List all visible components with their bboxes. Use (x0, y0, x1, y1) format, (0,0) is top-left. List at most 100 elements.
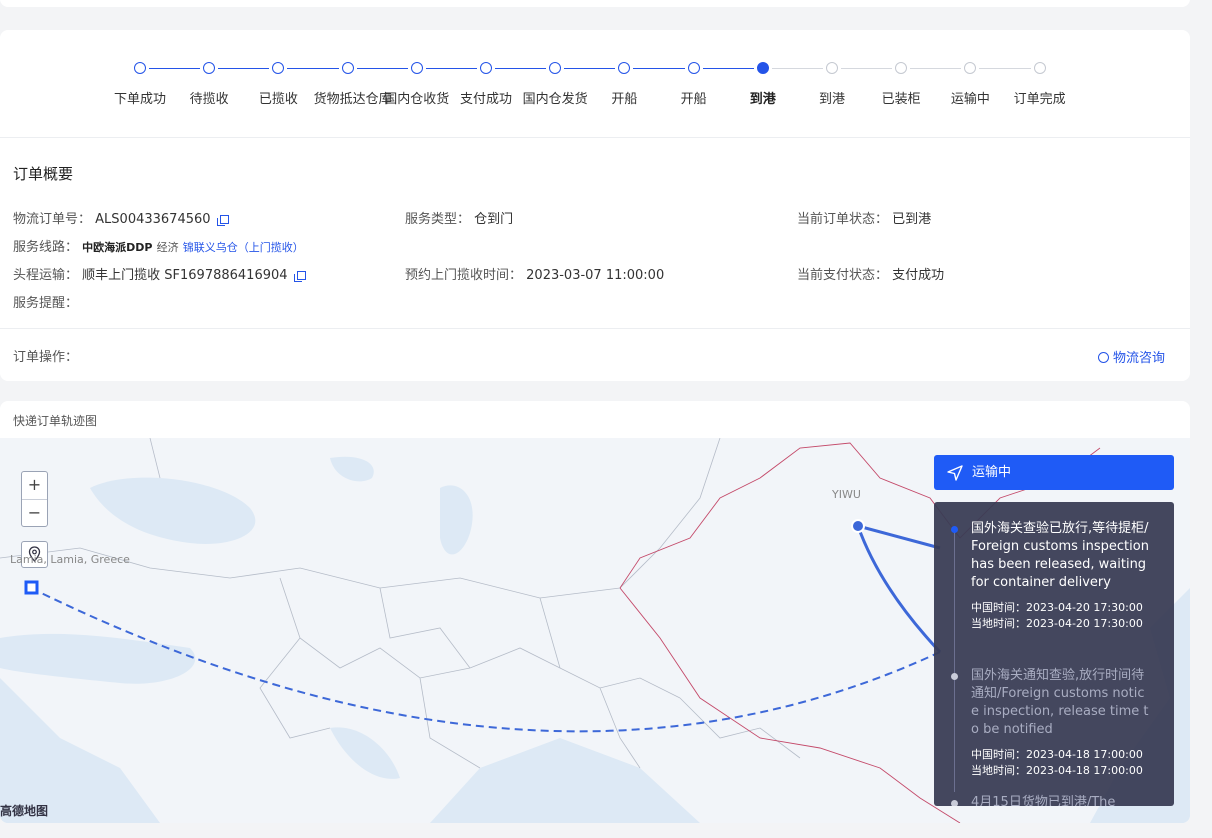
event-title: 国外海关通知查验,放行时间待通知/Foreign customs notice … (971, 668, 1149, 737)
step-label: 订单完成 (1013, 92, 1066, 107)
event-dot (951, 800, 958, 806)
step-label: 运输中 (950, 92, 990, 107)
map-provider-logo: 高德地图 (0, 804, 49, 818)
step-dot (341, 62, 354, 74)
step-dot (1033, 62, 1046, 74)
operation-row: 订单操作： (13, 346, 78, 365)
step-connector (564, 68, 616, 69)
divider (0, 328, 1190, 329)
step-connector (149, 68, 201, 69)
reminder-row: 服务提醒： (13, 292, 78, 311)
progress-steps: 下单成功 待揽收 已揽收 货物抵达仓库 国内仓收货 支付成功 国内仓发货 开船 开船 到港 到港 已装… (0, 30, 1190, 130)
zoom-out-button[interactable]: − (22, 499, 47, 526)
event-dot (951, 526, 958, 533)
step-dot (687, 62, 700, 74)
zoom-control: + − (21, 471, 48, 527)
tracking-event: 国外海关通知查验,放行时间待通知/Foreign customs notice … (951, 667, 1151, 779)
consult-label: 物流咨询 (1112, 351, 1165, 366)
tracking-event: 国外海关查验已放行,等待提柜/Foreign customs inspectio… (951, 520, 1151, 632)
step-dot (549, 62, 562, 74)
step-label: 到港 (818, 92, 845, 107)
route-row: 服务线路： 中欧海派DDP 经济 锦联义乌仓（上门揽收） (13, 236, 304, 255)
pickup-time-value: 2023-03-07 11:00:00 (526, 268, 665, 283)
logistics-consult-button[interactable]: 物流咨询 (1097, 347, 1165, 366)
order-status-label: 当前订单状态： (797, 212, 889, 227)
map-label-yiwu: YIWU (832, 488, 861, 501)
step-label: 已揽收 (258, 92, 298, 107)
route-warehouse-link[interactable]: 锦联义乌仓（上门揽收） (183, 241, 304, 254)
tracking-panel[interactable]: 国外海关查验已放行,等待提柜/Foreign customs inspectio… (934, 502, 1174, 806)
event-china-time: 中国时间：2023-04-18 17:00:00 (971, 748, 1143, 761)
event-title: 国外海关查验已放行,等待提柜/Foreign customs inspectio… (971, 521, 1149, 590)
order-no-value: ALS00433674560 (95, 212, 211, 227)
first-leg-row: 头程运输： 顺丰上门揽收 SF1697886416904 (13, 264, 306, 283)
step-label: 待揽收 (189, 92, 229, 107)
map-label-greece: Lamia, Lamia, Greece (10, 553, 130, 566)
step-connector (287, 68, 339, 69)
summary-title: 订单概要 (13, 165, 74, 183)
step-connector (633, 68, 685, 69)
tracking-header[interactable]: 运输中 (934, 455, 1174, 490)
first-leg-value: 顺丰上门揽收 SF1697886416904 (82, 268, 288, 283)
tracking-header-label: 运输中 (972, 465, 1012, 480)
route-name: 中欧海派DDP (82, 241, 153, 254)
timeline-line (954, 532, 955, 792)
pay-status-value: 支付成功 (892, 268, 945, 283)
step-connector (425, 68, 477, 69)
step-dot (410, 62, 423, 74)
copy-icon[interactable] (293, 271, 306, 282)
step-label: 国内仓收货 (384, 92, 450, 107)
route-label: 服务线路： (13, 240, 79, 255)
pickup-time-label: 预约上门揽收时间： (405, 268, 523, 283)
navigation-arrow-icon (947, 465, 963, 481)
step-connector (702, 68, 754, 69)
service-type-value: 仓到门 (474, 212, 514, 227)
service-type-label: 服务类型： (405, 212, 471, 227)
step-connector (841, 68, 893, 69)
event-local-time: 当地时间：2023-04-20 17:30:00 (971, 617, 1143, 630)
step-connector (495, 68, 547, 69)
step-label: 已装柜 (881, 92, 921, 107)
step-label: 开船 (680, 92, 707, 107)
pay-status-label: 当前支付状态： (797, 268, 889, 283)
step-label: 开船 (611, 92, 638, 107)
order-status-value: 已到港 (892, 212, 932, 227)
zoom-in-button[interactable]: + (22, 472, 47, 499)
order-no-label: 物流订单号： (13, 212, 92, 227)
service-type-row: 服务类型： 仓到门 (405, 208, 513, 227)
step-connector (979, 68, 1031, 69)
event-local-time: 当地时间：2023-04-18 17:00:00 (971, 764, 1143, 777)
step-dot (895, 62, 908, 74)
step-dot (826, 62, 838, 74)
copy-icon[interactable] (216, 215, 229, 226)
pay-status-row: 当前支付状态： 支付成功 (797, 264, 944, 283)
divider (0, 137, 1190, 138)
first-leg-label: 头程运输： (13, 268, 79, 283)
top-card (0, 0, 1190, 7)
step-dot (203, 62, 216, 74)
step-label: 国内仓发货 (522, 92, 588, 107)
step-connector (910, 68, 962, 69)
event-china-time: 中国时间：2023-04-20 17:30:00 (971, 601, 1143, 614)
step-dot (618, 62, 631, 74)
step-label: 支付成功 (459, 92, 512, 107)
step-connector (771, 68, 823, 69)
step-label: 到港 (749, 92, 776, 107)
step-dot (756, 62, 769, 74)
event-title: 4月15日货物已到港/The (971, 795, 1116, 806)
order-no-row: 物流订单号： ALS00433674560 (13, 208, 229, 227)
tracking-event: 4月15日货物已到港/The (951, 794, 1151, 806)
route-tier: 经济 (156, 241, 179, 254)
order-status-row: 当前订单状态： 已到港 (797, 208, 931, 227)
event-dot (951, 673, 958, 680)
order-card: 下单成功 待揽收 已揽收 货物抵达仓库 国内仓收货 支付成功 国内仓发货 开船 开船 到港 到港 已装… (0, 30, 1190, 381)
operation-label: 订单操作： (13, 350, 79, 365)
step-dot (272, 62, 285, 74)
pickup-time-row: 预约上门揽收时间： 2023-03-07 11:00:00 (405, 264, 664, 283)
step-label: 货物抵达仓库 (313, 92, 392, 107)
step-dot (964, 62, 977, 74)
reminder-label: 服务提醒： (13, 296, 79, 311)
map-title: 快递订单轨迹图 (13, 414, 98, 428)
step-dot (480, 62, 492, 74)
step-connector (218, 68, 270, 69)
